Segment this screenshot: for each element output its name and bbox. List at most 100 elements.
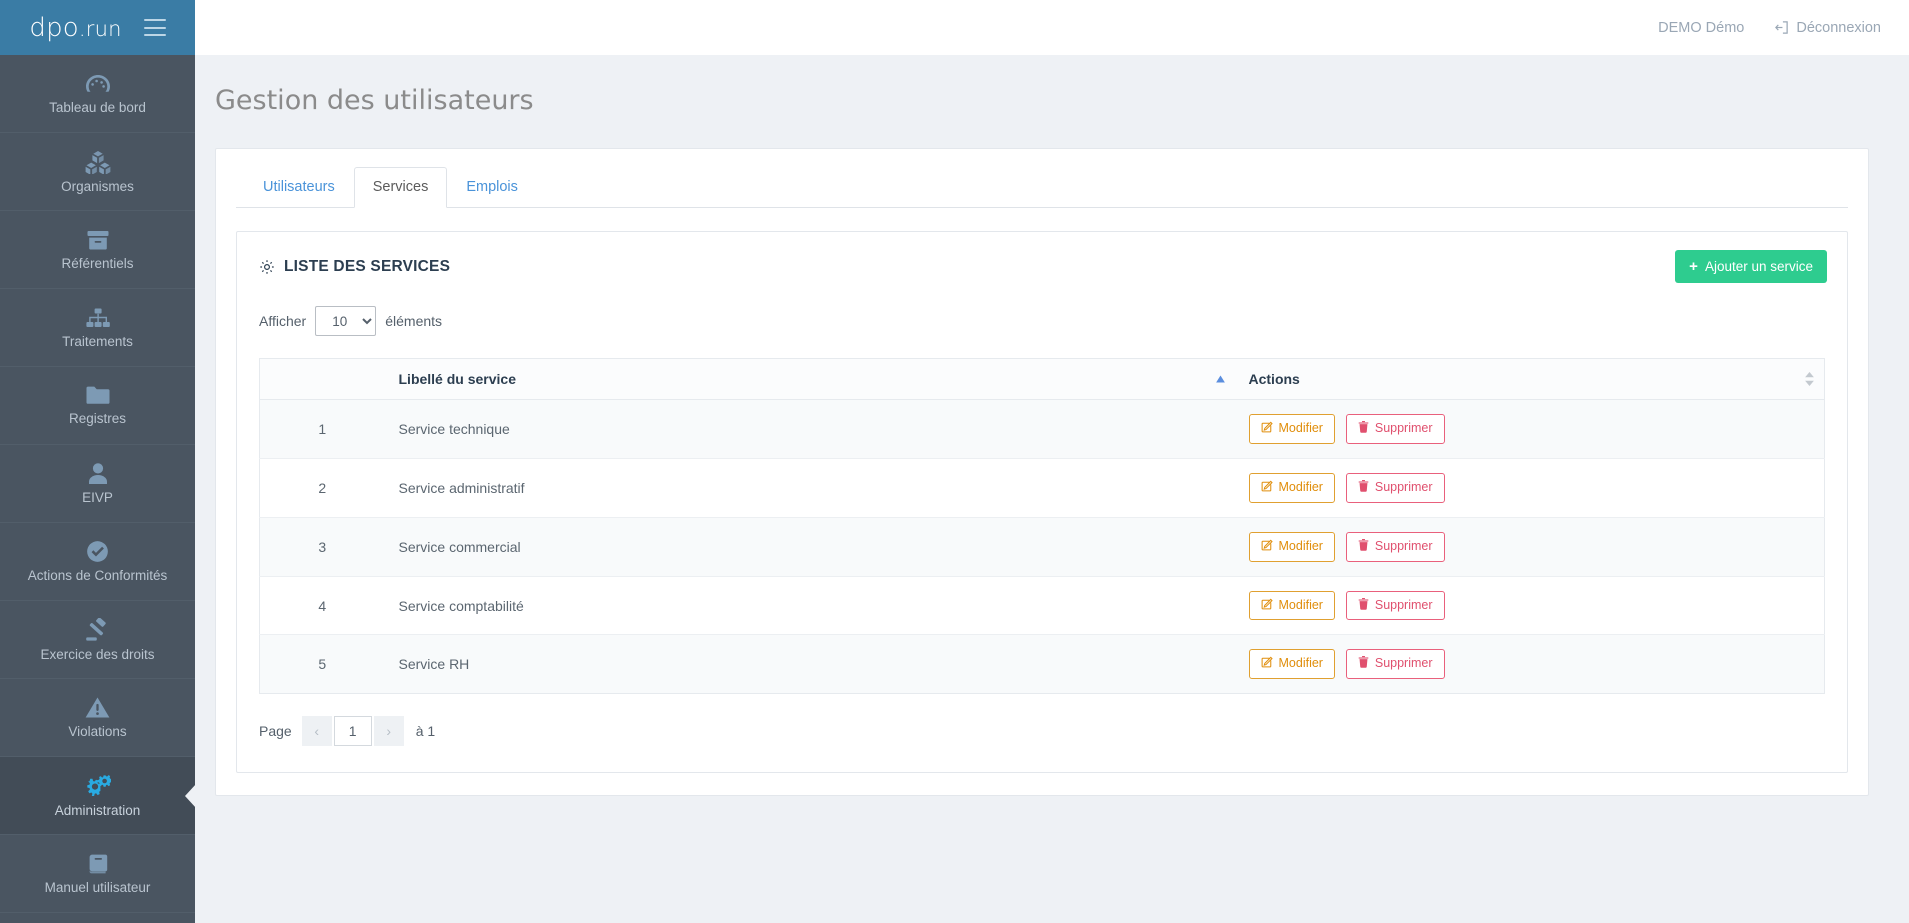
page-length-select[interactable]: 10 25 50 100 [315, 306, 377, 337]
row-index: 3 [259, 517, 385, 577]
logout-label: Déconnexion [1796, 19, 1881, 36]
logout-link[interactable]: Déconnexion [1774, 20, 1881, 36]
delete-button[interactable]: Supprimer [1345, 649, 1445, 680]
sidebar-item-label: Violations [68, 724, 127, 740]
page-title: Gestion des utilisateurs [215, 85, 534, 116]
edit-button[interactable]: Modifier [1248, 473, 1335, 503]
edit-button[interactable]: Modifier [1248, 531, 1335, 562]
sidebar-item-traitements[interactable]: Traitements [0, 289, 195, 367]
column-header-actions[interactable]: Actions [1234, 358, 1825, 401]
sort-ascending-icon [1215, 375, 1225, 383]
pencil-square-icon [1261, 598, 1273, 614]
tab-services[interactable]: Services [353, 167, 448, 209]
row-service-label: Service technique [384, 399, 1235, 460]
delete-label: Supprimer [1374, 656, 1433, 671]
edit-button[interactable]: Modifier [1248, 649, 1335, 680]
sidebar-item-exercice-des-droits[interactable]: Exercice des droits [0, 601, 195, 679]
sidebar-item-organismes[interactable]: Organismes [0, 133, 195, 211]
table-row: 4 Service comptabilité Modifier Supprime… [259, 576, 1825, 636]
table-row: 5 Service RH Modifier Supprimer [259, 634, 1825, 694]
delete-button[interactable]: Supprimer [1345, 414, 1445, 445]
column-header-label: Actions [1248, 371, 1300, 388]
sidebar-item-label: Manuel utilisateur [44, 879, 151, 895]
sidebar-item-label: Actions de Conformités [27, 568, 168, 584]
main-content: Gestion des utilisateurs Utilisateurs Se… [195, 55, 1909, 923]
sidebar-item-label: Administration [54, 802, 141, 818]
chevron-right-icon: › [386, 723, 392, 740]
sidebar-item-eivp[interactable]: EIVP [0, 445, 195, 523]
pagination-label: Page [259, 723, 292, 740]
page-number-input[interactable] [333, 716, 372, 747]
panel-header: LISTE DES SERVICES + Ajouter un service [237, 232, 1847, 301]
table-length-control: Afficher 10 25 50 100 éléments [259, 306, 1825, 337]
hamburger-line [143, 26, 166, 29]
content-card: Utilisateurs Services Emplois LISTE DES … [215, 148, 1869, 797]
hamburger-line [143, 34, 166, 36]
sidebar-item-label: Tableau de bord [49, 99, 146, 115]
tab-emplois[interactable]: Emplois [447, 167, 537, 208]
top-header-bar: dpo.run DEMO Démo Déconnexion [0, 0, 1909, 55]
table-row: 2 Service administratif Modifier Supprim… [259, 458, 1825, 518]
row-actions-cell: Modifier Supprimer [1235, 635, 1825, 694]
length-prefix-label: Afficher [259, 313, 307, 330]
trash-icon [1358, 538, 1369, 555]
previous-page-button[interactable]: ‹ [301, 716, 332, 747]
app-logo[interactable]: dpo.run [29, 15, 121, 41]
trash-icon [1358, 597, 1369, 614]
sidebar-item-tableau-de-bord[interactable]: Tableau de bord [0, 55, 195, 133]
pencil-square-icon [1261, 656, 1273, 672]
archive-box-icon [86, 229, 110, 251]
delete-button[interactable]: Supprimer [1345, 531, 1445, 562]
edit-button[interactable]: Modifier [1248, 414, 1335, 445]
logo-suffix: .run [78, 16, 122, 41]
total-pages-label: à 1 [415, 723, 436, 740]
sidebar-item-administration[interactable]: Administration [0, 757, 195, 835]
services-table: Libellé du service Actions 1 Service tec… [259, 358, 1825, 695]
sidebar-item-label: EIVP [82, 490, 113, 506]
add-service-button[interactable]: + Ajouter un service [1675, 250, 1827, 284]
folder-icon [85, 385, 111, 406]
plus-icon: + [1689, 258, 1698, 276]
gears-icon [85, 774, 112, 798]
sidebar-item-actions-de-conformites[interactable]: Actions de Conformités [0, 523, 195, 601]
sitemap-icon [85, 307, 111, 329]
delete-button[interactable]: Supprimer [1345, 590, 1445, 621]
sidebar-item-label: Référentiels [61, 255, 134, 271]
table-row: 1 Service technique Modifier Supprimer [259, 399, 1825, 460]
pencil-square-icon [1261, 421, 1273, 437]
sidebar-item-label: Organismes [61, 178, 134, 194]
delete-label: Supprimer [1374, 480, 1433, 495]
hamburger-icon[interactable] [143, 19, 166, 36]
current-user-label: DEMO Démo [1658, 19, 1745, 36]
row-actions-cell: Modifier Supprimer [1234, 458, 1825, 518]
pagination-control: Page ‹ › à 1 [259, 716, 1825, 747]
edit-button[interactable]: Modifier [1248, 590, 1335, 621]
delete-label: Supprimer [1374, 421, 1433, 436]
edit-label: Modifier [1278, 480, 1323, 495]
sidebar-item-referentiels[interactable]: Référentiels [0, 211, 195, 289]
trash-icon [1358, 656, 1369, 672]
edit-label: Modifier [1278, 656, 1323, 671]
panel-title: LISTE DES SERVICES [259, 258, 450, 276]
add-service-label: Ajouter un service [1704, 259, 1813, 275]
column-header-libelle[interactable]: Libellé du service [384, 358, 1235, 401]
sidebar-item-manuel-utilisateur[interactable]: Manuel utilisateur [0, 835, 195, 913]
row-actions-cell: Modifier Supprimer [1234, 517, 1825, 577]
gear-icon [259, 259, 275, 275]
sidebar-item-registres[interactable]: Registres [0, 367, 195, 445]
tab-utilisateurs[interactable]: Utilisateurs [244, 167, 354, 208]
table-head: Libellé du service Actions [259, 358, 1825, 401]
sidebar-item-violations[interactable]: Violations [0, 679, 195, 757]
column-header-label: Libellé du service [398, 371, 517, 388]
length-suffix-label: éléments [385, 313, 443, 330]
column-header-index[interactable] [259, 358, 385, 401]
table-header-row: Libellé du service Actions [259, 358, 1825, 401]
gavel-icon [85, 617, 111, 642]
delete-button[interactable]: Supprimer [1345, 473, 1445, 503]
row-service-label: Service comptabilité [384, 576, 1235, 636]
row-index: 1 [259, 399, 385, 460]
panel-body: Afficher 10 25 50 100 éléments [237, 301, 1847, 772]
sidebar-item-label: Traitements [62, 333, 133, 349]
next-page-button[interactable]: › [373, 716, 404, 747]
dashboard-gauge-icon [85, 73, 111, 95]
